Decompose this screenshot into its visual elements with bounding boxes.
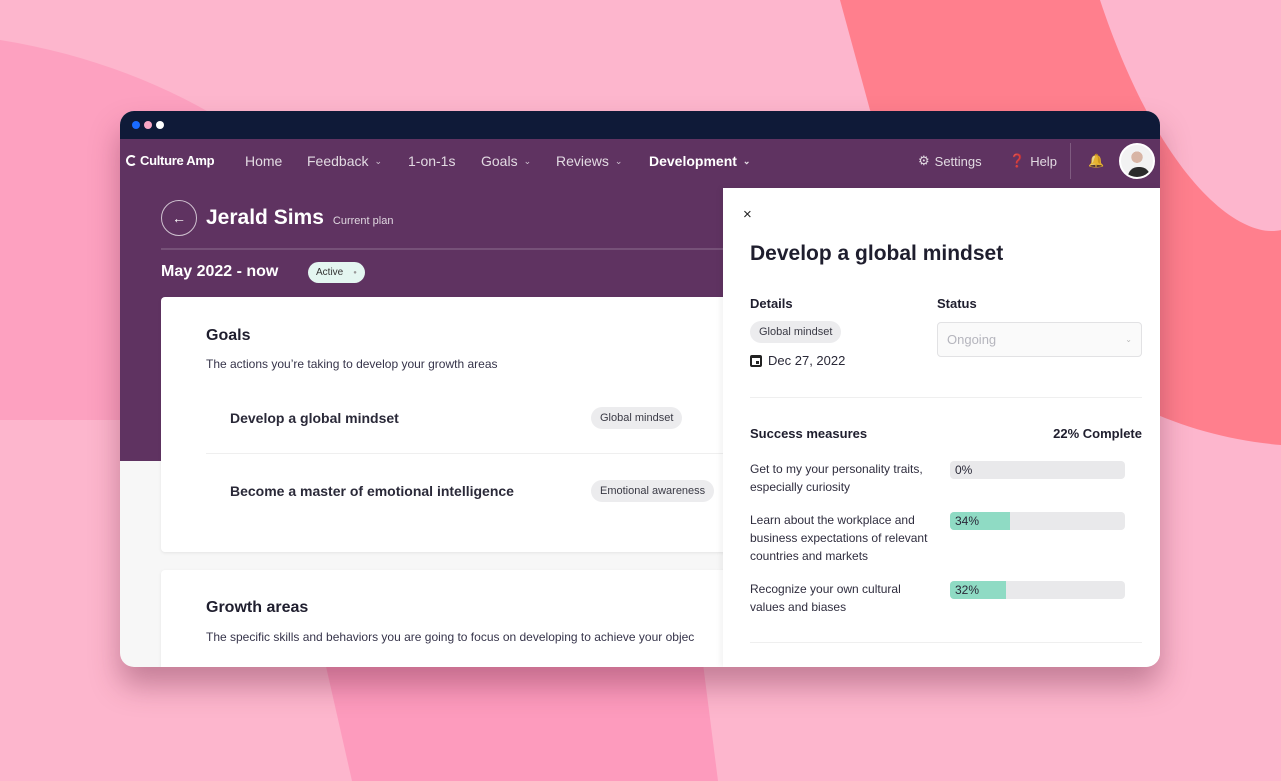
goal-name: Develop a global mindset [230, 410, 399, 426]
settings-link[interactable]: ⚙ Settings [918, 153, 982, 169]
measure-text: Get to my your personality traits, espec… [750, 462, 923, 494]
chevron-down-icon: ● [353, 269, 357, 276]
plan-header: ← Jerald Sims Current plan [161, 200, 393, 236]
nav-1on1s-label: 1-on-1s [408, 153, 456, 169]
goal-detail-drawer: × Develop a global mindset Details Globa… [723, 188, 1160, 667]
window-dot-white[interactable] [156, 121, 164, 129]
nav-reviews[interactable]: Reviews ⌄ [556, 153, 622, 169]
nav-development[interactable]: Development ⌄ [649, 153, 750, 169]
drawer-title: Develop a global mindset [750, 242, 1004, 265]
due-date: Dec 27, 2022 [750, 353, 845, 368]
goal-row[interactable]: Become a master of emotional intelligenc… [206, 454, 766, 527]
success-measure-item[interactable]: Learn about the workplace and business e… [750, 511, 1142, 565]
window-dot-pink[interactable] [144, 121, 152, 129]
nav-home-label: Home [245, 153, 283, 169]
plan-divider [161, 248, 731, 250]
progress-bar: 32% [950, 581, 1125, 599]
nav-goals[interactable]: Goals ⌄ [481, 153, 531, 169]
goal-tag: Global mindset [591, 407, 683, 429]
nav-goals-label: Goals [481, 153, 518, 169]
success-measure-item[interactable]: Recognize your own cultural values and b… [750, 580, 1142, 616]
culture-amp-logo[interactable]: Culture Amp [126, 153, 215, 168]
success-measure-item[interactable]: Get to my your personality traits, espec… [750, 460, 1142, 496]
progress-label: 0% [955, 463, 973, 477]
status-select[interactable]: Ongoing ⌄ [937, 322, 1142, 357]
chevron-down-icon: ⌄ [614, 155, 623, 166]
goals-description: The actions you’re taking to develop you… [206, 357, 498, 371]
growth-areas-description: The specific skills and behaviors you ar… [206, 630, 695, 644]
window-dot-blue[interactable] [132, 121, 140, 129]
help-label: Help [1030, 153, 1057, 169]
progress-label: 32% [955, 583, 980, 597]
growth-areas-card: Growth areas The specific skills and beh… [161, 570, 761, 667]
user-avatar[interactable] [1119, 143, 1155, 179]
nav-feedback-label: Feedback [307, 153, 369, 169]
app-window: Culture Amp Home Feedback ⌄ 1-on-1s Goal… [120, 111, 1160, 667]
plan-owner-name: Jerald Sims [206, 206, 324, 229]
help-circle-icon: ❓ [1009, 153, 1026, 168]
measure-text: Recognize your own cultural values and b… [750, 582, 901, 614]
help-link[interactable]: ❓ Help [1009, 153, 1057, 169]
due-date-text: Dec 27, 2022 [768, 353, 846, 368]
nav-feedback[interactable]: Feedback ⌄ [307, 153, 382, 169]
chevron-down-icon: ⌄ [374, 155, 383, 166]
plan-status-label: Active [316, 267, 344, 278]
progress-label: 34% [955, 514, 980, 528]
calendar-icon [750, 354, 762, 367]
status-label: Status [937, 296, 977, 311]
measure-text: Learn about the workplace and business e… [750, 513, 928, 563]
details-label: Details [750, 296, 793, 311]
chevron-down-icon: ⌄ [1125, 335, 1132, 344]
plan-period: May 2022 - now [161, 263, 279, 280]
status-value: Ongoing [947, 332, 997, 347]
progress-bar: 34% [950, 512, 1125, 530]
nav-1on1s[interactable]: 1-on-1s [408, 153, 455, 169]
logo-c-icon [126, 155, 137, 166]
nav-development-label: Development [649, 153, 737, 169]
completion-summary: 22% Complete [1053, 426, 1142, 441]
chevron-down-icon: ⌄ [523, 155, 532, 166]
plan-subtitle: Current plan [332, 215, 394, 227]
main-navbar: Culture Amp Home Feedback ⌄ 1-on-1s Goal… [120, 139, 1160, 184]
goal-row[interactable]: Develop a global mindset Global mindset [206, 381, 766, 454]
nav-home[interactable]: Home [245, 153, 282, 169]
goals-title: Goals [206, 327, 251, 344]
arrow-left-icon: ← [172, 210, 186, 226]
plan-status-dropdown[interactable]: Active ● [308, 262, 365, 283]
settings-label: Settings [934, 153, 982, 169]
window-titlebar [120, 111, 1160, 139]
gear-icon: ⚙ [918, 153, 930, 168]
drawer-divider [750, 397, 1142, 398]
growth-areas-title: Growth areas [206, 599, 309, 616]
nav-reviews-label: Reviews [556, 153, 609, 169]
nav-divider [1070, 143, 1071, 179]
logo-text: Culture Amp [140, 153, 215, 168]
growth-area-tag: Global mindset [750, 321, 842, 343]
goal-tag: Emotional awareness [591, 480, 715, 502]
bell-icon[interactable]: 🔔 [1088, 153, 1104, 169]
back-button[interactable]: ← [161, 200, 197, 236]
chevron-down-icon: ⌄ [742, 155, 751, 166]
goals-card: Goals The actions you’re taking to devel… [161, 297, 766, 552]
drawer-divider [750, 642, 1142, 643]
progress-bar: 0% [950, 461, 1125, 479]
success-measures-label: Success measures [750, 426, 868, 441]
goal-name: Become a master of emotional intelligenc… [230, 483, 514, 499]
close-icon[interactable]: × [743, 206, 752, 223]
